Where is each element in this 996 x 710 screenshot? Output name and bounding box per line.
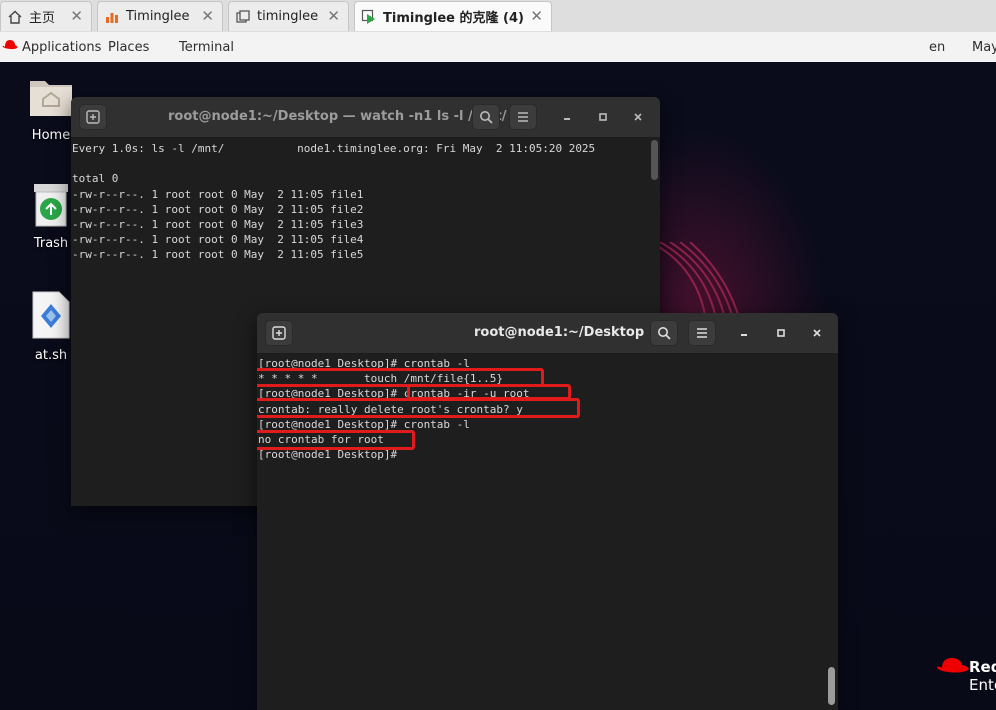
close-button[interactable] xyxy=(629,108,647,126)
new-tab-button[interactable] xyxy=(265,320,293,346)
terminal-app-menu[interactable]: Terminal xyxy=(179,40,234,55)
output-line: total 0 xyxy=(72,172,119,186)
minimize-button[interactable] xyxy=(735,324,753,342)
search-button[interactable] xyxy=(472,104,500,130)
output-line: -rw-r--r--. 1 root root 0 May 2 11:05 fi… xyxy=(72,202,364,216)
applications-menu[interactable]: Applications xyxy=(22,40,101,55)
tab-timinglee-1[interactable]: Timinglee ✕ xyxy=(97,1,223,31)
tab-timinglee-2[interactable]: timinglee ✕ xyxy=(228,1,349,31)
hamburger-icon xyxy=(697,328,707,338)
close-icon[interactable]: ✕ xyxy=(201,7,214,25)
tab-home[interactable]: 主页 ✕ xyxy=(0,1,92,31)
new-tab-icon xyxy=(86,110,100,124)
menu-button[interactable] xyxy=(688,320,716,346)
brand-text-1: Red xyxy=(969,658,996,676)
terminal-header: root@node1:~/Desktop xyxy=(257,313,838,354)
minimize-icon xyxy=(741,334,747,336)
watch-output: Every 1.0s: ls -l /mnt/ node1.timinglee.… xyxy=(72,141,595,263)
minimize-button[interactable] xyxy=(558,108,576,126)
maximize-button[interactable] xyxy=(772,324,790,342)
minimize-icon xyxy=(564,118,570,120)
highlight-box xyxy=(257,398,580,418)
tab-home-label: 主页 xyxy=(29,11,56,26)
new-tab-button[interactable] xyxy=(79,104,107,130)
output-line: Every 1.0s: ls -l /mnt/ node1.timinglee.… xyxy=(72,142,596,155)
output-line: -rw-r--r--. 1 root root 0 May 2 11:05 fi… xyxy=(72,217,364,231)
home-icon xyxy=(7,9,23,25)
highlight-box xyxy=(257,430,415,450)
close-icon[interactable]: ✕ xyxy=(327,7,340,25)
tab-label: timinglee xyxy=(257,9,319,24)
redhat-logo-icon xyxy=(2,39,18,57)
windows-icon xyxy=(235,9,251,25)
folder-icon xyxy=(27,81,75,124)
output-line: -rw-r--r--. 1 root root 0 May 2 11:05 fi… xyxy=(72,187,364,201)
tab-label: Timinglee xyxy=(126,9,190,24)
terminal-header: root@node1:~/Desktop — watch -n1 ls -l /… xyxy=(71,97,660,138)
close-icon[interactable]: ✕ xyxy=(530,7,543,25)
close-button[interactable] xyxy=(808,324,826,342)
close-icon xyxy=(634,113,642,121)
scrollbar[interactable] xyxy=(651,140,658,180)
trash-icon xyxy=(30,184,72,232)
terminal-window-crontab[interactable]: root@node1:~/Desktop [root@node1 Desktop… xyxy=(257,313,838,710)
tab-label: Timinglee 的克隆 (4) xyxy=(383,11,524,26)
output-line: -rw-r--r--. 1 root root 0 May 2 11:05 fi… xyxy=(72,248,364,262)
close-icon[interactable]: ✕ xyxy=(70,7,83,25)
maximize-icon xyxy=(599,113,607,121)
places-menu[interactable]: Places xyxy=(108,40,149,55)
window-title: root@node1:~/Desktop xyxy=(474,325,645,340)
chart-icon xyxy=(104,9,120,25)
close-icon xyxy=(813,329,821,337)
redhat-brand: Red Ente xyxy=(936,656,996,700)
maximize-icon xyxy=(777,329,785,337)
browser-tab-bar: 主页 ✕ Timinglee ✕ timinglee ✕ Timinglee 的… xyxy=(0,0,996,33)
brand-text-2: Ente xyxy=(969,676,996,694)
scrollbar[interactable] xyxy=(828,667,835,705)
window-title: root@node1:~/Desktop — watch -n1 ls -l /… xyxy=(168,109,507,124)
output-line: -rw-r--r--. 1 root root 0 May 2 11:05 fi… xyxy=(72,233,364,247)
gnome-top-bar: Applications Places Terminal en May xyxy=(0,32,996,63)
maximize-button[interactable] xyxy=(594,108,612,126)
new-tab-icon xyxy=(272,326,286,340)
search-icon xyxy=(658,327,671,340)
terminal-body[interactable]: [root@node1 Desktop]# crontab -l * * * *… xyxy=(257,354,838,710)
redhat-hat-icon xyxy=(937,658,969,673)
search-button[interactable] xyxy=(650,320,678,346)
tab-timinglee-clone[interactable]: Timinglee 的克隆 (4) ✕ xyxy=(354,1,552,31)
menu-button[interactable] xyxy=(509,104,537,130)
play-icon xyxy=(361,9,377,25)
language-indicator[interactable]: en xyxy=(929,40,945,55)
script-file-icon xyxy=(31,291,71,344)
search-icon xyxy=(480,111,493,124)
hamburger-icon xyxy=(518,112,528,122)
clock[interactable]: May xyxy=(972,40,996,55)
